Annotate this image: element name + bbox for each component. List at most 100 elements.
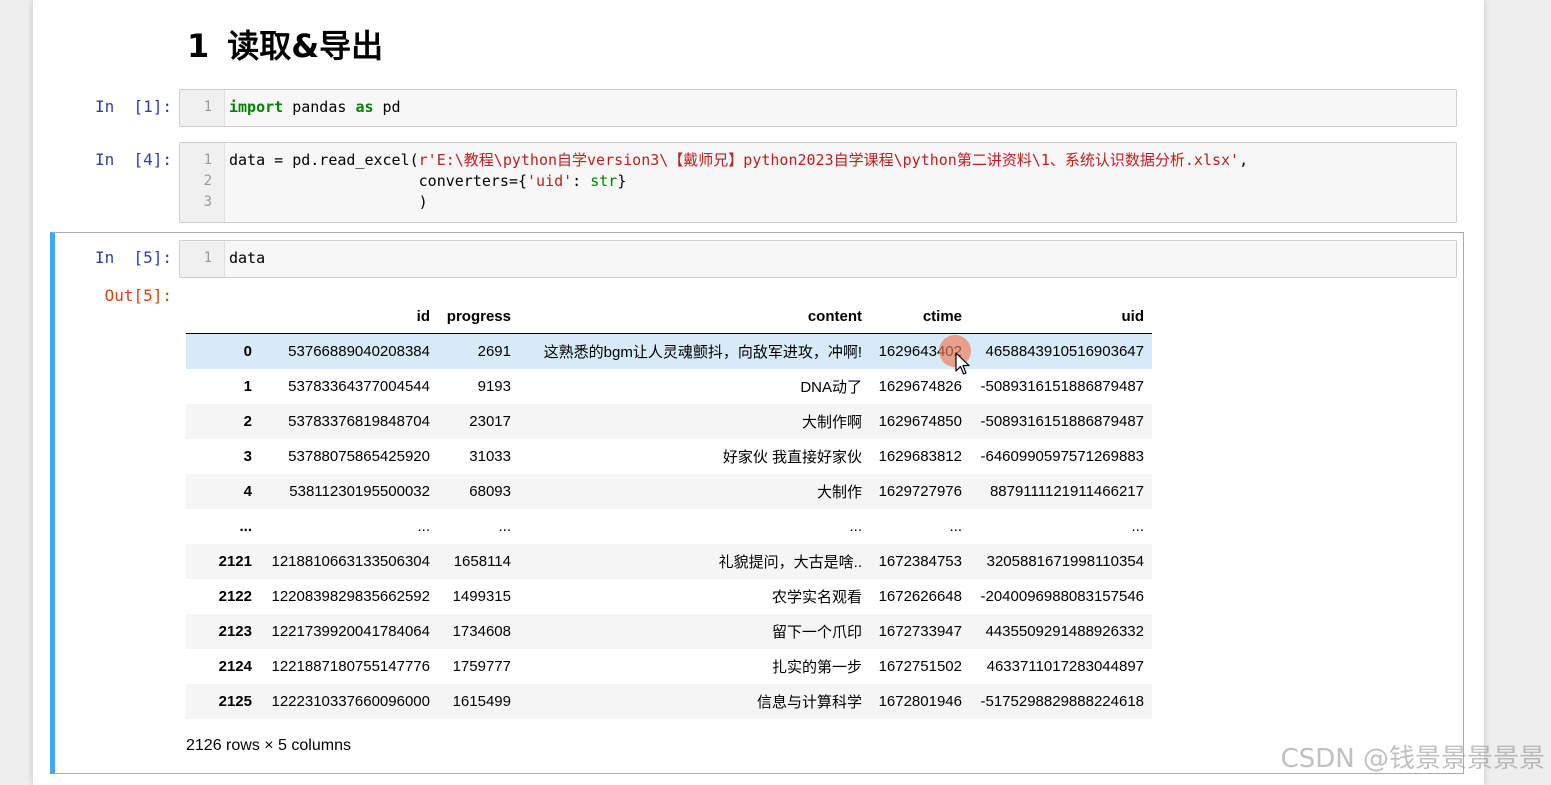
row-index: 2121: [218, 553, 252, 570]
cell-progress: 1615499: [452, 693, 511, 710]
cell-ctime: ...: [949, 518, 962, 535]
line-number: 1: [203, 250, 212, 266]
string-literal: 'uid': [527, 172, 573, 190]
cell-uid: 4633711017283044897: [986, 658, 1144, 675]
cell-uid: ...: [1131, 518, 1144, 535]
cell-content: 好家伙 我直接好家伙: [722, 449, 862, 466]
column-header: uid: [970, 300, 1152, 334]
table-row[interactable]: 4 53811230195500032 68093 大制作 1629727976…: [186, 474, 1152, 509]
cell-id: 1221887180755147776: [271, 658, 430, 675]
cell-progress: 31033: [469, 448, 511, 465]
row-index: ...: [239, 518, 252, 535]
table-row[interactable]: 1 53783364377004544 9193 DNA动了 162967482…: [186, 369, 1152, 404]
row-index: 2125: [218, 693, 252, 710]
cell-progress: 23017: [469, 413, 511, 430]
cell-content: DNA动了: [800, 379, 862, 396]
row-index: 3: [243, 448, 252, 465]
cell-id: ...: [417, 518, 430, 535]
row-index: 2122: [218, 588, 252, 605]
code-cell-5[interactable]: 1 data: [179, 240, 1457, 278]
cell-content: 农学实名观看: [771, 589, 862, 606]
line-number: 1: [203, 99, 212, 115]
input-prompt-1: In [1]:: [94, 97, 172, 116]
table-row[interactable]: 2 53783376819848704 23017 大制作啊 162967485…: [186, 404, 1152, 439]
dataframe-table: id progress content ctime uid 0 53766889…: [186, 300, 1152, 719]
row-index: 0: [243, 343, 252, 360]
code-line: ): [229, 193, 428, 211]
table-row[interactable]: 0 53766889040208384 2691 这熟悉的bgm让人灵魂颤抖，向…: [186, 333, 1152, 369]
keyword: as: [355, 98, 374, 116]
cell-progress: 1499315: [452, 588, 511, 605]
code-cell-1[interactable]: 1 import pandas as pd: [179, 89, 1457, 127]
column-header: content: [519, 300, 870, 334]
cell-content: ...: [849, 518, 862, 535]
cell-id: 53783376819848704: [288, 413, 430, 430]
table-row[interactable]: 2124 1221887180755147776 1759777 扎实的第一步 …: [186, 649, 1152, 684]
cell-id: 1218810663133506304: [271, 553, 430, 570]
code-cell-4[interactable]: 1 2 3 data = pd.read_excel(r'E:\教程\pytho…: [179, 142, 1457, 223]
cell-uid: -2040096988083157546: [980, 588, 1145, 605]
cell-uid: 8879111121911466217: [989, 483, 1144, 500]
cell-uid: 4435509291488926332: [985, 623, 1144, 640]
table-row[interactable]: 2121 1218810663133506304 1658114 礼貌提问，大古…: [186, 544, 1152, 579]
cell-progress: 1759777: [452, 658, 511, 675]
code-text: data = pd.read_excel(: [229, 151, 419, 169]
code-line: converters={'uid': str}: [229, 171, 627, 192]
cell-progress: 1658114: [453, 553, 511, 570]
code-text: pd: [373, 98, 401, 116]
code-line: data: [229, 249, 266, 267]
input-prompt-5: In [5]:: [94, 248, 172, 267]
column-header: id: [260, 300, 438, 334]
line-number: 2: [203, 173, 212, 189]
code-line: import pandas as pd: [229, 97, 401, 118]
cell-ctime: 1672733947: [878, 623, 962, 640]
table-row-ellipsis: ... ... ... ... ... ...: [186, 509, 1152, 544]
code-text: ,: [1239, 151, 1249, 169]
cell-content: 留下一个爪印: [771, 624, 862, 641]
row-index: 2124: [218, 658, 252, 675]
cell-uid: -6460990597571269883: [980, 448, 1145, 465]
cell-id: 53766889040208384: [288, 343, 430, 360]
cell-ctime: 1629674850: [878, 413, 962, 430]
cell-content: 大制作: [816, 484, 862, 501]
cell-id: 53788075865425920: [288, 448, 430, 465]
cell-ctime: 1672626648: [878, 588, 962, 605]
line-number: 3: [203, 194, 212, 210]
cell-ctime: 1672384753: [878, 553, 962, 570]
cell-id: 53811230195500032: [289, 483, 430, 500]
code-text: converters={: [229, 172, 528, 190]
row-index: 2123: [218, 623, 252, 640]
cell-progress: 68093: [469, 483, 511, 500]
cell-progress: 2691: [477, 343, 511, 360]
cell-content: 礼貌提问，大古是啥..: [718, 554, 862, 571]
cell-content: 大制作啊: [801, 414, 862, 431]
cell-uid: -5089316151886879487: [980, 378, 1145, 395]
builtin-name: str: [590, 172, 618, 190]
table-row[interactable]: 2122 1220839829835662592 1499315 农学实名观看 …: [186, 579, 1152, 614]
cell-uid: 3205881671998110354: [986, 553, 1144, 570]
dataframe-shape: 2126 rows × 5 columns: [186, 737, 351, 754]
mouse-pointer-icon: [955, 352, 970, 375]
cell-ctime: 1672751502: [878, 658, 962, 675]
cell-id: 53783364377004544: [288, 378, 430, 395]
cell-ctime: 1629727976: [878, 483, 962, 500]
heading-number: 1: [187, 27, 210, 65]
cell-progress: ...: [498, 518, 511, 535]
cell-uid: -5089316151886879487: [980, 413, 1145, 430]
heading-title: 读取&导出: [227, 27, 384, 65]
row-index: 1: [243, 378, 252, 395]
cell-id: 1220839829835662592: [271, 588, 430, 605]
row-index: 4: [243, 483, 252, 500]
cell-content: 扎实的第一步: [771, 659, 862, 676]
cell-progress: 1734608: [452, 623, 511, 640]
table-row[interactable]: 2123 1221739920041784064 1734608 留下一个爪印 …: [186, 614, 1152, 649]
code-text: :: [572, 172, 591, 190]
column-header: ctime: [870, 300, 970, 334]
index-header: [186, 300, 260, 334]
table-row[interactable]: 2125 1222310337660096000 1615499 信息与计算科学…: [186, 684, 1152, 719]
code-text: }: [617, 172, 627, 190]
watermark: CSDN @钱景景景景景: [1280, 744, 1545, 774]
cell-uid: -5175298829888224618: [980, 693, 1145, 710]
table-row[interactable]: 3 53788075865425920 31033 好家伙 我直接好家伙 162…: [186, 439, 1152, 474]
cell-ctime: 1672801946: [878, 693, 962, 710]
